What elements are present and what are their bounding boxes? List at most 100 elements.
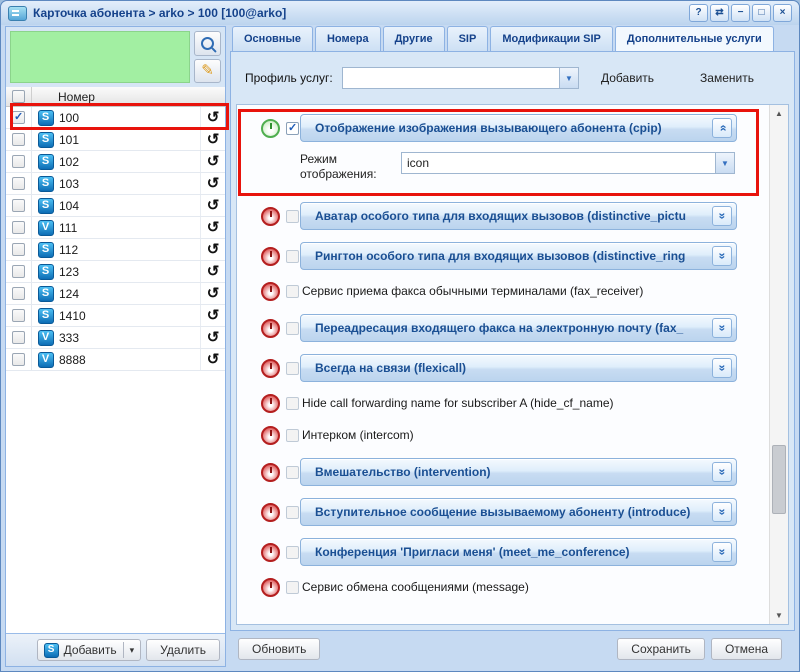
- table-row[interactable]: S1410↺: [6, 305, 225, 327]
- service-header-button[interactable]: Конференция 'Пригласи меня' (meet_me_con…: [300, 538, 737, 566]
- close-button[interactable]: ×: [773, 4, 792, 22]
- service-checkbox[interactable]: [286, 397, 299, 410]
- power-off-icon[interactable]: [261, 503, 280, 522]
- table-row[interactable]: S103↺: [6, 173, 225, 195]
- refresh-button[interactable]: Обновить: [238, 638, 320, 660]
- history-icon[interactable]: ↺: [207, 176, 220, 191]
- chevron-down-icon[interactable]: ▾: [130, 645, 135, 656]
- row-checkbox[interactable]: [12, 353, 25, 366]
- table-row[interactable]: S102↺: [6, 151, 225, 173]
- profile-replace-button[interactable]: Заменить: [700, 71, 754, 85]
- row-checkbox[interactable]: [12, 331, 25, 344]
- table-row[interactable]: V8888↺: [6, 349, 225, 371]
- profile-select[interactable]: ▼: [342, 67, 579, 89]
- edit-button[interactable]: ✎: [194, 59, 221, 84]
- service-checkbox[interactable]: [286, 506, 299, 519]
- row-checkbox[interactable]: [12, 287, 25, 300]
- table-row[interactable]: S124↺: [6, 283, 225, 305]
- select-all-checkbox[interactable]: [12, 90, 25, 103]
- service-checkbox[interactable]: [286, 322, 299, 335]
- save-button[interactable]: Сохранить: [617, 638, 705, 660]
- power-off-icon[interactable]: [261, 543, 280, 562]
- expand-button[interactable]: »: [712, 318, 732, 338]
- row-checkbox[interactable]: [12, 221, 25, 234]
- power-off-icon[interactable]: [261, 359, 280, 378]
- service-header-button[interactable]: Вступительное сообщение вызываемому абон…: [300, 498, 737, 526]
- service-header-button[interactable]: Отображение изображения вызывающего абон…: [300, 114, 737, 142]
- service-checkbox[interactable]: [286, 546, 299, 559]
- history-icon[interactable]: ↺: [207, 198, 220, 213]
- display-mode-select[interactable]: icon▼: [401, 152, 735, 174]
- history-icon[interactable]: ↺: [207, 110, 220, 125]
- table-row[interactable]: S123↺: [6, 261, 225, 283]
- refresh-button[interactable]: ⇄: [710, 4, 729, 22]
- row-checkbox[interactable]: [12, 309, 25, 322]
- add-number-button[interactable]: S Добавить ▾: [37, 639, 142, 661]
- maximize-button[interactable]: □: [752, 4, 771, 22]
- service-checkbox[interactable]: [286, 429, 299, 442]
- row-checkbox[interactable]: [12, 155, 25, 168]
- delete-number-button[interactable]: Удалить: [146, 639, 220, 661]
- power-off-icon[interactable]: [261, 463, 280, 482]
- history-icon[interactable]: ↺: [207, 154, 220, 169]
- row-checkbox[interactable]: [12, 177, 25, 190]
- row-checkbox[interactable]: [12, 265, 25, 278]
- power-off-icon[interactable]: [261, 247, 280, 266]
- service-checkbox[interactable]: [286, 362, 299, 375]
- table-row[interactable]: S101↺: [6, 129, 225, 151]
- service-checkbox[interactable]: [286, 466, 299, 479]
- history-icon[interactable]: ↺: [207, 220, 220, 235]
- table-row[interactable]: S104↺: [6, 195, 225, 217]
- service-header-button[interactable]: Всегда на связи (flexicall)»: [300, 354, 737, 382]
- scroll-up-icon[interactable]: ▲: [770, 109, 788, 118]
- expand-button[interactable]: »: [712, 462, 732, 482]
- power-off-icon[interactable]: [261, 207, 280, 226]
- scroll-down-icon[interactable]: ▼: [770, 611, 788, 620]
- minimize-button[interactable]: −: [731, 4, 750, 22]
- history-icon[interactable]: ↺: [207, 352, 220, 367]
- service-checkbox[interactable]: [286, 285, 299, 298]
- help-button[interactable]: ?: [689, 4, 708, 22]
- row-checkbox[interactable]: [12, 133, 25, 146]
- service-header-button[interactable]: Вмешательство (intervention)»: [300, 458, 737, 486]
- power-off-icon[interactable]: [261, 319, 280, 338]
- table-row[interactable]: S112↺: [6, 239, 225, 261]
- chevron-down-icon[interactable]: ▼: [715, 153, 734, 173]
- history-icon[interactable]: ↺: [207, 264, 220, 279]
- service-checkbox[interactable]: [286, 210, 299, 223]
- expand-button[interactable]: »: [712, 206, 732, 226]
- chevron-down-icon[interactable]: ▼: [559, 68, 578, 88]
- table-row[interactable]: V333↺: [6, 327, 225, 349]
- power-off-icon[interactable]: [261, 394, 280, 413]
- collapse-button[interactable]: »: [712, 118, 732, 138]
- service-header-button[interactable]: Рингтон особого типа для входящих вызово…: [300, 242, 737, 270]
- tab-модификации-sip[interactable]: Модификации SIP: [490, 26, 613, 51]
- scrollbar-thumb[interactable]: [772, 445, 786, 514]
- history-icon[interactable]: ↺: [207, 132, 220, 147]
- history-icon[interactable]: ↺: [207, 286, 220, 301]
- expand-button[interactable]: »: [712, 246, 732, 266]
- profile-add-button[interactable]: Добавить: [601, 71, 654, 85]
- expand-button[interactable]: »: [712, 358, 732, 378]
- table-row[interactable]: S100↺: [6, 107, 225, 129]
- column-header-number[interactable]: Номер: [58, 90, 225, 104]
- service-checkbox[interactable]: [286, 250, 299, 263]
- power-off-icon[interactable]: [261, 426, 280, 445]
- tab-номера[interactable]: Номера: [315, 26, 381, 51]
- tab-дополнительные-услуги[interactable]: Дополнительные услуги: [615, 26, 774, 51]
- service-header-button[interactable]: Аватар особого типа для входящих вызовов…: [300, 202, 737, 230]
- service-checkbox[interactable]: [286, 581, 299, 594]
- row-checkbox[interactable]: [12, 243, 25, 256]
- history-icon[interactable]: ↺: [207, 308, 220, 323]
- table-row[interactable]: V111↺: [6, 217, 225, 239]
- power-off-icon[interactable]: [261, 282, 280, 301]
- services-scrollbar[interactable]: ▲ ▼: [769, 105, 788, 624]
- row-checkbox[interactable]: [12, 111, 25, 124]
- tab-другие[interactable]: Другие: [383, 26, 445, 51]
- cancel-button[interactable]: Отмена: [711, 638, 782, 660]
- expand-button[interactable]: »: [712, 502, 732, 522]
- tab-основные[interactable]: Основные: [232, 26, 313, 51]
- service-header-button[interactable]: Переадресация входящего факса на электро…: [300, 314, 737, 342]
- power-on-icon[interactable]: [261, 119, 280, 138]
- history-icon[interactable]: ↺: [207, 242, 220, 257]
